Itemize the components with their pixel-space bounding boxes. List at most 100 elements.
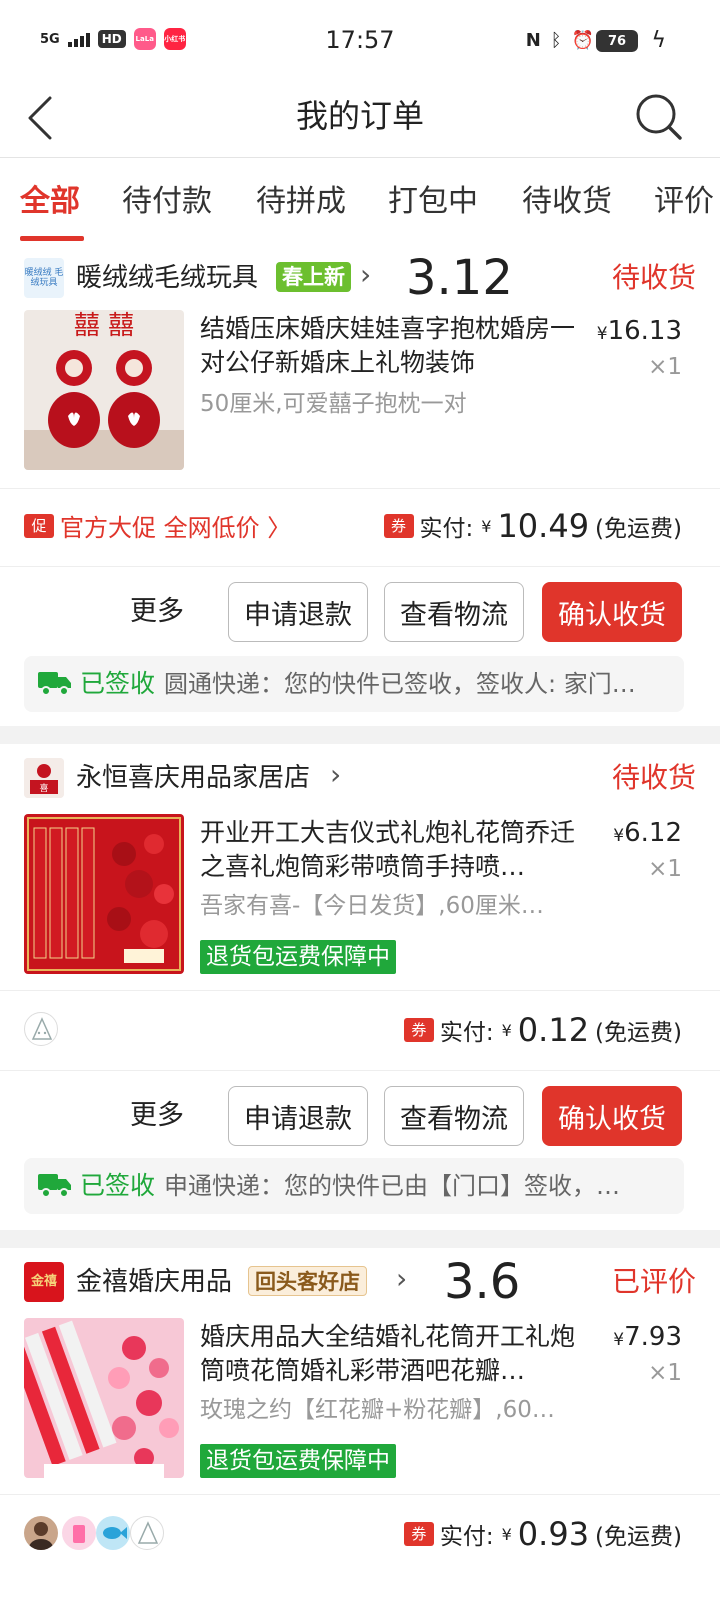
paid-label: 实付: xyxy=(419,516,474,542)
shop-logo: 喜 xyxy=(24,758,64,798)
shop-name[interactable]: 金禧婚庆用品 xyxy=(76,1264,232,1300)
product-spec: 50厘米,可爱囍子抱枕一对 xyxy=(200,391,467,417)
paid-label: 实付: xyxy=(439,1524,494,1550)
charging-icon: ϟ xyxy=(651,28,666,53)
shop-tag-badge: 春上新 xyxy=(276,262,351,292)
divider xyxy=(0,990,720,991)
order-status: 待收货 xyxy=(611,761,696,794)
product-title[interactable]: 开业开工大吉仪式礼炮礼花筒乔迁之喜礼炮筒彩带喷筒手持喷… xyxy=(200,816,590,884)
order-card: 喜 永恒喜庆用品家居店 › 待收货 开业开工大吉仪式礼炮礼花筒乔迁之喜礼炮筒彩带… xyxy=(0,744,720,1230)
chevron-right-icon: › xyxy=(360,258,372,291)
paid-amount: 0.12 xyxy=(517,1011,590,1049)
overlay-number: 3.12 xyxy=(406,250,513,306)
delivery-status: 已签收 xyxy=(80,1171,156,1200)
logistics-bar[interactable]: 已签收 申通快递：您的快件已由【门口】签收，… xyxy=(24,1158,684,1214)
search-icon[interactable] xyxy=(634,92,684,142)
tab-pending-receipt[interactable]: 待收货 xyxy=(522,182,612,222)
order-status: 待收货 xyxy=(611,261,696,294)
divider xyxy=(0,566,720,567)
divider xyxy=(0,1070,720,1071)
app-header: 我的订单 xyxy=(0,80,720,158)
delivery-status: 已签收 xyxy=(80,669,156,698)
battery-icon: 76 ϟ xyxy=(596,28,666,53)
avatar xyxy=(130,1516,164,1550)
avatar xyxy=(24,1012,58,1046)
currency-symbol: ¥ xyxy=(481,516,492,536)
more-button[interactable]: 更多 xyxy=(130,1096,184,1136)
confirm-receipt-button[interactable]: 确认收货 xyxy=(542,1086,682,1146)
promo-badge: 促 xyxy=(24,513,54,538)
svg-text:囍 囍: 囍 囍 xyxy=(74,311,134,341)
tab-pending-payment[interactable]: 待付款 xyxy=(122,182,212,222)
logistics-text: 申通快递：您的快件已由【门口】签收，… xyxy=(164,1172,620,1200)
confirm-receipt-button[interactable]: 确认收货 xyxy=(542,582,682,642)
product-image[interactable]: 囍 囍 xyxy=(24,310,184,470)
promo-link[interactable]: 促官方大促 全网低价 〉 xyxy=(24,508,291,548)
paid-amount: 10.49 xyxy=(497,507,590,545)
order-card: 金禧 金禧婚庆用品 回头客好店 › 3.6 已评价 婚庆用品大全结婚礼花筒开工礼… xyxy=(0,1248,720,1600)
coupon-badge: 券 xyxy=(403,1018,434,1042)
shop-name[interactable]: 暖绒绒毛绒玩具 xyxy=(76,260,258,296)
payment-summary: 券 实付: ¥0.12 (免运费) xyxy=(403,1010,682,1050)
paid-label: 实付: xyxy=(439,1020,494,1046)
product-title[interactable]: 结婚压床婚庆娃娃喜字抱枕婚房一对公仔新婚床上礼物装饰 xyxy=(200,312,590,380)
chevron-right-icon: › xyxy=(330,758,342,791)
product-quantity: ×1 xyxy=(648,856,682,882)
shipping-note: (免运费) xyxy=(595,516,682,542)
action-buttons: 更多 申请退款 查看物流 确认收货 xyxy=(0,1086,720,1146)
shop-logo: 暖绒绒 毛绒玩具 xyxy=(24,258,64,298)
shipping-note: (免运费) xyxy=(595,1020,682,1046)
product-image[interactable] xyxy=(24,1318,184,1478)
coupon-badge: 券 xyxy=(383,514,414,538)
logistics-bar[interactable]: 已签收 圆通快递：您的快件已签收，签收人: 家门… xyxy=(24,656,684,712)
view-logistics-button[interactable]: 查看物流 xyxy=(384,1086,524,1146)
product-price: ¥7.93 xyxy=(613,1322,682,1352)
logistics-text: 圆通快递：您的快件已签收，签收人: 家门… xyxy=(164,670,636,698)
nfc-icon: N xyxy=(525,30,541,51)
svg-text:喜: 喜 xyxy=(39,782,48,794)
request-refund-button[interactable]: 申请退款 xyxy=(228,1086,368,1146)
active-tab-indicator xyxy=(20,236,84,241)
currency-symbol: ¥ xyxy=(501,1020,512,1040)
product-price: ¥6.12 xyxy=(613,818,682,848)
avatar xyxy=(96,1516,130,1550)
product-quantity: ×1 xyxy=(648,1360,682,1386)
order-tabs: 全部 待付款 待拼成 打包中 待收货 评价 xyxy=(0,158,720,244)
shop-tag-badge: 回头客好店 xyxy=(248,1266,367,1296)
product-price: ¥16.13 xyxy=(596,316,682,346)
request-refund-button[interactable]: 申请退款 xyxy=(228,582,368,642)
bluetooth-icon: ᛒ xyxy=(550,30,562,51)
chevron-right-icon: › xyxy=(396,1262,408,1295)
shop-name[interactable]: 永恒喜庆用品家居店 xyxy=(76,760,310,796)
currency-symbol: ¥ xyxy=(501,1524,512,1544)
tab-all[interactable]: 全部 xyxy=(20,182,80,222)
shop-logo: 金禧 xyxy=(24,1262,64,1302)
shipping-note: (免运费) xyxy=(595,1524,682,1550)
payment-summary: 券 实付: ¥0.93 (免运费) xyxy=(403,1514,682,1554)
product-quantity: ×1 xyxy=(648,354,682,380)
avatar xyxy=(24,1516,58,1550)
product-image[interactable] xyxy=(24,814,184,974)
return-shipping-badge: 退货包运费保障中 xyxy=(200,1444,396,1478)
alarm-icon: ⏰ xyxy=(571,30,594,51)
return-shipping-badge: 退货包运费保障中 xyxy=(200,940,396,974)
status-bar: 5G HD LaLa 小红书 17:57 N ᛒ ⏰ 76 ϟ xyxy=(0,0,720,80)
coupon-badge: 券 xyxy=(403,1522,434,1546)
tab-packing[interactable]: 打包中 xyxy=(388,182,478,222)
overlay-number: 3.6 xyxy=(444,1254,521,1310)
shop-row[interactable]: 暖绒绒 毛绒玩具 暖绒绒毛绒玩具 春上新 › 3.12 待收货 xyxy=(24,250,696,306)
product-title[interactable]: 婚庆用品大全结婚礼花筒开工礼炮筒喷花筒婚礼彩带酒吧花瓣… xyxy=(200,1320,590,1388)
more-button[interactable]: 更多 xyxy=(130,592,184,632)
promo-text[interactable]: 官方大促 全网低价 〉 xyxy=(60,514,291,542)
paid-amount: 0.93 xyxy=(517,1515,590,1553)
truck-icon xyxy=(38,672,71,696)
shop-row[interactable]: 金禧 金禧婚庆用品 回头客好店 › 3.6 已评价 xyxy=(24,1254,696,1310)
shop-row[interactable]: 喜 永恒喜庆用品家居店 › 待收货 xyxy=(24,756,696,800)
truck-icon xyxy=(38,1174,71,1198)
tab-pending-group[interactable]: 待拼成 xyxy=(256,182,346,222)
order-status: 已评价 xyxy=(611,1265,696,1298)
tab-review[interactable]: 评价 xyxy=(654,182,714,222)
action-buttons: 更多 申请退款 查看物流 确认收货 xyxy=(0,582,720,642)
view-logistics-button[interactable]: 查看物流 xyxy=(384,582,524,642)
divider xyxy=(0,1494,720,1495)
